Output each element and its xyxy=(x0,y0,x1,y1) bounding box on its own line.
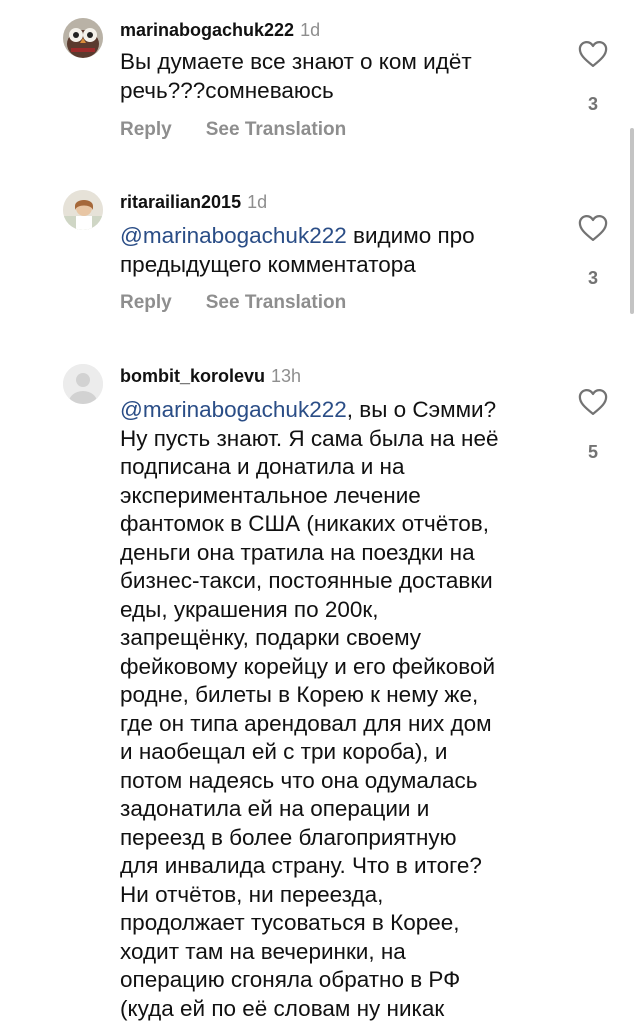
comment-actions: Reply See Translation xyxy=(120,118,380,142)
heart-outline-icon[interactable] xyxy=(578,40,608,68)
heart-outline-icon[interactable] xyxy=(578,388,608,416)
see-translation-button[interactable]: See Translation xyxy=(206,119,346,140)
avatar[interactable] xyxy=(63,364,103,404)
like-control: 3 xyxy=(576,40,610,115)
username[interactable]: ritarailian2015 xyxy=(120,192,241,212)
default-user-avatar-icon xyxy=(63,364,103,404)
comment-text: @marinabogachuk222, вы о Сэмми? Ну пусть… xyxy=(120,396,560,1023)
like-control: 3 xyxy=(576,214,610,289)
avatar[interactable] xyxy=(63,18,103,58)
reply-button[interactable]: Reply xyxy=(120,292,172,313)
comment-meta: ritarailian2015 1d xyxy=(120,190,267,214)
scrollbar[interactable] xyxy=(630,128,634,314)
timestamp: 1d xyxy=(300,20,321,40)
user-photo-avatar-image xyxy=(63,190,103,230)
like-count: 3 xyxy=(587,268,598,288)
like-control: 5 xyxy=(576,388,610,463)
owl-avatar-image xyxy=(63,18,103,58)
see-translation-button[interactable]: See Translation xyxy=(206,292,346,313)
comment-text: Вы думаете все знают о ком идёт речь???с… xyxy=(120,48,560,105)
comment-meta: marinabogachuk222 1d xyxy=(120,18,320,42)
comment-meta: bombit_korolevu 13h xyxy=(120,364,301,388)
heart-outline-icon[interactable] xyxy=(578,214,608,242)
reply-button[interactable]: Reply xyxy=(120,119,172,140)
comment-body: Вы думаете все знают о ком идёт речь???с… xyxy=(120,49,472,103)
timestamp: 13h xyxy=(271,366,302,386)
mention-link[interactable]: @marinabogachuk222 xyxy=(120,397,347,422)
mention-link[interactable]: @marinabogachuk222 xyxy=(120,223,347,248)
timestamp: 1d xyxy=(247,192,268,212)
username[interactable]: marinabogachuk222 xyxy=(120,20,294,40)
comment-text: @marinabogachuk222 видимо про предыдущег… xyxy=(120,222,560,279)
like-count: 5 xyxy=(587,442,598,462)
username[interactable]: bombit_korolevu xyxy=(120,366,265,386)
comment-actions: Reply See Translation xyxy=(120,291,380,315)
comment-body: , вы о Сэмми? Ну пусть знают. Я сама был… xyxy=(120,397,499,1021)
avatar[interactable] xyxy=(63,190,103,230)
like-count: 3 xyxy=(587,94,598,114)
